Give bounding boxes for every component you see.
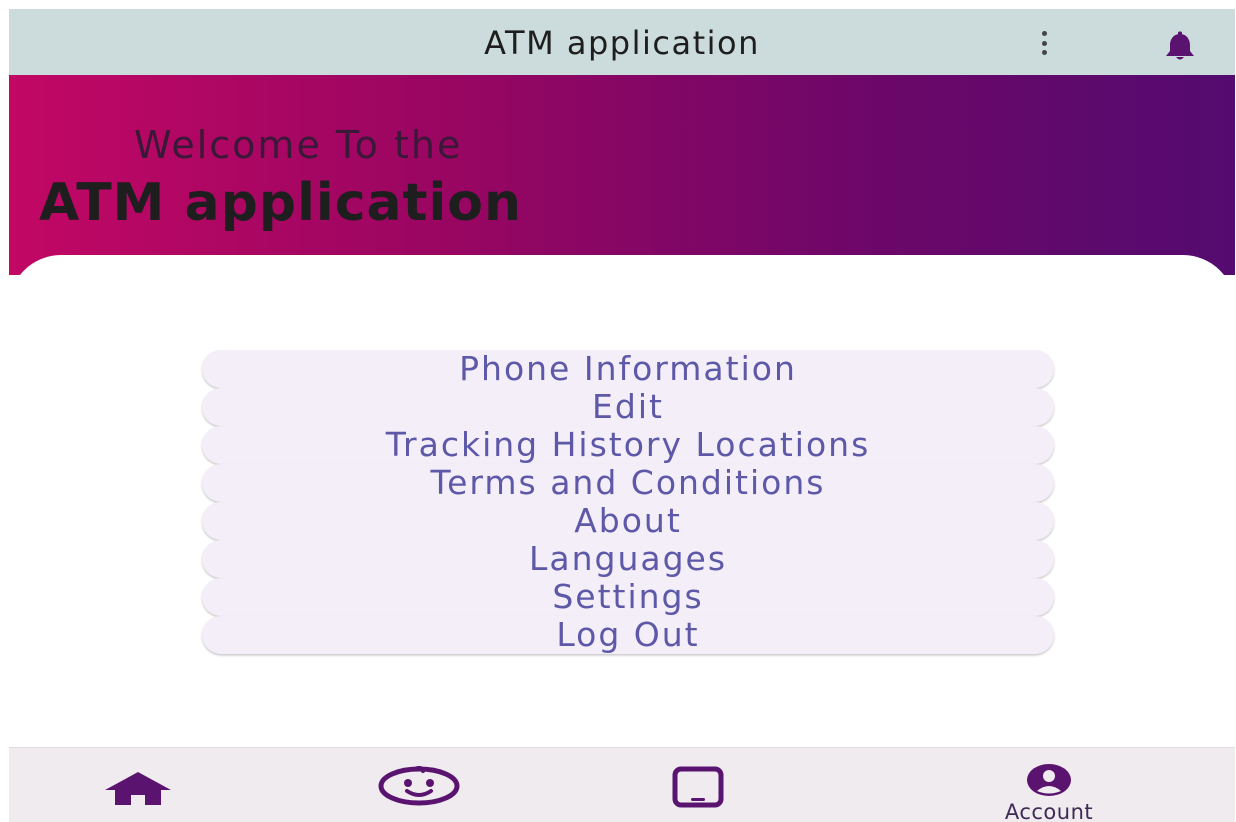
menu-item-log-out[interactable]: Log Out	[202, 615, 1054, 654]
app-bar: ATM application	[9, 9, 1235, 75]
account-icon	[1027, 764, 1071, 796]
nav-home[interactable]	[99, 748, 179, 822]
home-icon	[105, 772, 171, 805]
menu-item-terms[interactable]: Terms and Conditions	[202, 463, 1054, 502]
menu-item-edit[interactable]: Edit	[202, 387, 1054, 426]
menu-item-tracking-history[interactable]: Tracking History Locations	[202, 425, 1054, 464]
nav-account[interactable]: Account	[969, 748, 1129, 822]
menu-item-settings[interactable]: Settings	[202, 577, 1054, 616]
nav-device[interactable]	[659, 748, 739, 822]
app-title: ATM application	[484, 24, 760, 62]
phone-device-icon	[672, 766, 724, 808]
welcome-banner: Welcome To the ATM application	[9, 75, 1235, 275]
banner-curve	[9, 255, 1235, 275]
nav-kids[interactable]	[369, 748, 469, 822]
menu-item-about[interactable]: About	[202, 501, 1054, 540]
bottom-navigation: Account	[9, 747, 1235, 822]
bell-icon[interactable]	[1162, 31, 1198, 61]
face-icon	[378, 766, 460, 806]
welcome-subtitle: Welcome To the	[134, 123, 463, 167]
menu-item-phone-information[interactable]: Phone Information	[202, 349, 1054, 388]
welcome-title: ATM application	[39, 173, 523, 233]
menu-item-languages[interactable]: Languages	[202, 539, 1054, 578]
account-label: Account	[1004, 800, 1094, 822]
more-vert-icon[interactable]	[1039, 31, 1049, 55]
account-menu: Phone Information Edit Tracking History …	[202, 349, 1054, 654]
